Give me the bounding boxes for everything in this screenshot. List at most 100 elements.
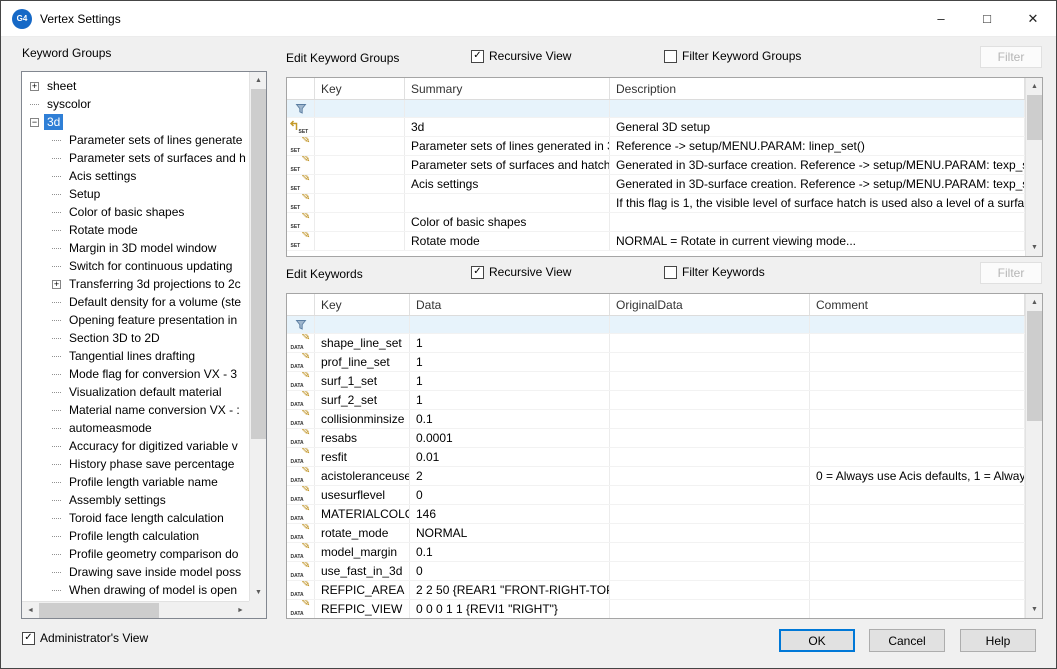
table-row[interactable]: ✎DATAusesurflevel0 — [287, 486, 1025, 505]
tree-item-label[interactable]: Profile geometry comparison do — [66, 546, 241, 562]
tree-item-label[interactable]: Rotate mode — [66, 222, 141, 238]
close-icon[interactable]: ✕ — [1010, 1, 1056, 37]
expand-icon[interactable]: + — [52, 280, 61, 289]
tree-item[interactable]: Profile length variable name — [22, 473, 249, 491]
scroll-down-icon[interactable]: ▼ — [250, 584, 267, 601]
tree-item-label[interactable]: Parameter sets of lines generate — [66, 132, 245, 148]
tree-item[interactable]: Drawing save inside model poss — [22, 563, 249, 581]
table-row[interactable]: ✎SETParameter sets of lines generated in… — [287, 137, 1025, 156]
table-row[interactable]: ✎DATAcollisionminsize0.1 — [287, 410, 1025, 429]
scroll-up-icon[interactable]: ▲ — [1026, 78, 1043, 95]
tree-item[interactable]: When drawing of model is open — [22, 581, 249, 599]
tree-item[interactable]: Profile length calculation — [22, 527, 249, 545]
checkbox-unchecked-icon[interactable] — [664, 50, 677, 63]
table-row[interactable]: ✎DATAREFPIC_AREA2 2 50 {REAR1 "FRONT-RIG… — [287, 581, 1025, 600]
column-header-key[interactable]: Key — [315, 78, 405, 99]
scroll-down-icon[interactable]: ▼ — [1026, 239, 1043, 256]
tree-item-label[interactable]: Drawing save inside model poss — [66, 564, 244, 580]
tree-item-label[interactable]: Profile length calculation — [66, 528, 202, 544]
table-row[interactable]: ✎DATArotate_modeNORMAL — [287, 524, 1025, 543]
table-row[interactable]: ✎DATAMATERIALCOLOR146 — [287, 505, 1025, 524]
filter-row[interactable] — [287, 100, 1025, 118]
tree-item-label[interactable]: When drawing of model is open — [66, 582, 240, 598]
tree-item[interactable]: Default density for a volume (ste — [22, 293, 249, 311]
table-row[interactable]: ✎SETAcis settingsGenerated in 3D-surface… — [287, 175, 1025, 194]
tree-item-label[interactable]: Profile length variable name — [66, 474, 221, 490]
tree-item-label[interactable]: Transferring 3d projections to 2c — [66, 276, 244, 292]
tree-item[interactable]: Margin in 3D model window — [22, 239, 249, 257]
scroll-right-icon[interactable]: ► — [232, 602, 249, 619]
tree-item[interactable]: automeasmode — [22, 419, 249, 437]
tree-item[interactable]: Material name conversion VX - : — [22, 401, 249, 419]
table-row[interactable]: ✎DATAprof_line_set1 — [287, 353, 1025, 372]
tree-item[interactable]: Accuracy for digitized variable v — [22, 437, 249, 455]
tree-item[interactable]: Assembly settings — [22, 491, 249, 509]
tree-item-label[interactable]: Setup — [66, 186, 103, 202]
column-header-comment[interactable]: Comment — [810, 294, 1025, 315]
tree-item-label[interactable]: Section 3D to 2D — [66, 330, 163, 346]
tree-item-label[interactable]: History phase save percentage — [66, 456, 237, 472]
tree-item-label[interactable]: Material name conversion VX - : — [66, 402, 243, 418]
table-row[interactable]: SET3dGeneral 3D setup — [287, 118, 1025, 137]
scroll-left-icon[interactable]: ◄ — [22, 602, 39, 619]
groups-table-scrollbar[interactable]: ▲ ▼ — [1025, 78, 1042, 256]
help-button[interactable]: Help — [960, 629, 1036, 652]
tree-item-label[interactable]: Tangential lines drafting — [66, 348, 198, 364]
table-row[interactable]: ✎DATAacistoleranceused20 = Always use Ac… — [287, 467, 1025, 486]
table-row[interactable]: ✎DATAREFPIC_VIEW0 0 0 1 1 {REVI1 "RIGHT"… — [287, 600, 1025, 618]
scrollbar-thumb[interactable] — [39, 603, 159, 618]
tree-item[interactable]: Visualization default material — [22, 383, 249, 401]
tree-item-label[interactable]: Color of basic shapes — [66, 204, 187, 220]
checkbox-unchecked-icon[interactable] — [664, 266, 677, 279]
keywords-filter-button[interactable]: Filter — [980, 262, 1042, 284]
tree-item-label[interactable]: Acis settings — [66, 168, 139, 184]
table-row[interactable]: ✎DATAresfit0.01 — [287, 448, 1025, 467]
table-row[interactable]: ✎SETRotate modeNORMAL = Rotate in curren… — [287, 232, 1025, 251]
table-row[interactable]: ✎SETIf this flag is 1, the visible level… — [287, 194, 1025, 213]
tree-item-label[interactable]: Accuracy for digitized variable v — [66, 438, 241, 454]
table-row[interactable]: ✎DATAsurf_1_set1 — [287, 372, 1025, 391]
scroll-up-icon[interactable]: ▲ — [1026, 294, 1043, 311]
table-row[interactable]: ✎SETColor of basic shapes — [287, 213, 1025, 232]
checkbox-checked-icon[interactable] — [471, 266, 484, 279]
tree-item[interactable]: −3d — [22, 113, 249, 131]
tree-item-label[interactable]: Assembly settings — [66, 492, 169, 508]
column-header-description[interactable]: Description — [610, 78, 1025, 99]
column-header-key[interactable]: Key — [315, 294, 410, 315]
groups-recursive-view-checkbox[interactable]: Recursive View — [471, 49, 571, 63]
tree-item-label[interactable]: sheet — [44, 78, 79, 94]
column-header-data[interactable]: Data — [410, 294, 610, 315]
tree-item-label[interactable]: 3d — [44, 114, 63, 130]
tree-item-label[interactable]: Visualization default material — [66, 384, 225, 400]
tree-item[interactable]: Switch for continuous updating — [22, 257, 249, 275]
scroll-down-icon[interactable]: ▼ — [1026, 601, 1043, 618]
table-row[interactable]: ✎DATAresabs0.0001 — [287, 429, 1025, 448]
tree-item[interactable]: Tangential lines drafting — [22, 347, 249, 365]
tree-item[interactable]: Opening feature presentation in — [22, 311, 249, 329]
collapse-icon[interactable]: − — [30, 118, 39, 127]
keywords-table-scrollbar[interactable]: ▲ ▼ — [1025, 294, 1042, 618]
tree-item[interactable]: syscolor — [22, 95, 249, 113]
tree-item[interactable]: +sheet — [22, 77, 249, 95]
tree-item[interactable]: Toroid face length calculation — [22, 509, 249, 527]
tree-item-label[interactable]: Default density for a volume (ste — [66, 294, 244, 310]
scrollbar-thumb[interactable] — [251, 89, 266, 439]
filter-row[interactable] — [287, 316, 1025, 334]
tree-item[interactable]: Color of basic shapes — [22, 203, 249, 221]
table-row[interactable]: ✎DATAshape_line_set1 — [287, 334, 1025, 353]
tree-item[interactable]: Parameter sets of surfaces and h — [22, 149, 249, 167]
column-header-summary[interactable]: Summary — [405, 78, 610, 99]
tree-horizontal-scrollbar[interactable]: ◄ ► — [22, 601, 249, 618]
tree-vertical-scrollbar[interactable]: ▲ ▼ — [249, 72, 266, 601]
tree-item[interactable]: Rotate mode — [22, 221, 249, 239]
table-row[interactable]: ✎SETParameter sets of surfaces and hatch… — [287, 156, 1025, 175]
tree-item-label[interactable]: Margin in 3D model window — [66, 240, 219, 256]
keywords-recursive-view-checkbox[interactable]: Recursive View — [471, 265, 571, 279]
tree-item-label[interactable]: automeasmode — [66, 420, 155, 436]
tree-item[interactable]: Parameter sets of lines generate — [22, 131, 249, 149]
scrollbar-thumb[interactable] — [1027, 311, 1042, 421]
tree-item[interactable]: Acis settings — [22, 167, 249, 185]
tree-item-label[interactable]: Parameter sets of surfaces and h — [66, 150, 249, 166]
tree-item-label[interactable]: syscolor — [44, 96, 94, 112]
table-row[interactable]: ✎DATAmodel_margin0.1 — [287, 543, 1025, 562]
